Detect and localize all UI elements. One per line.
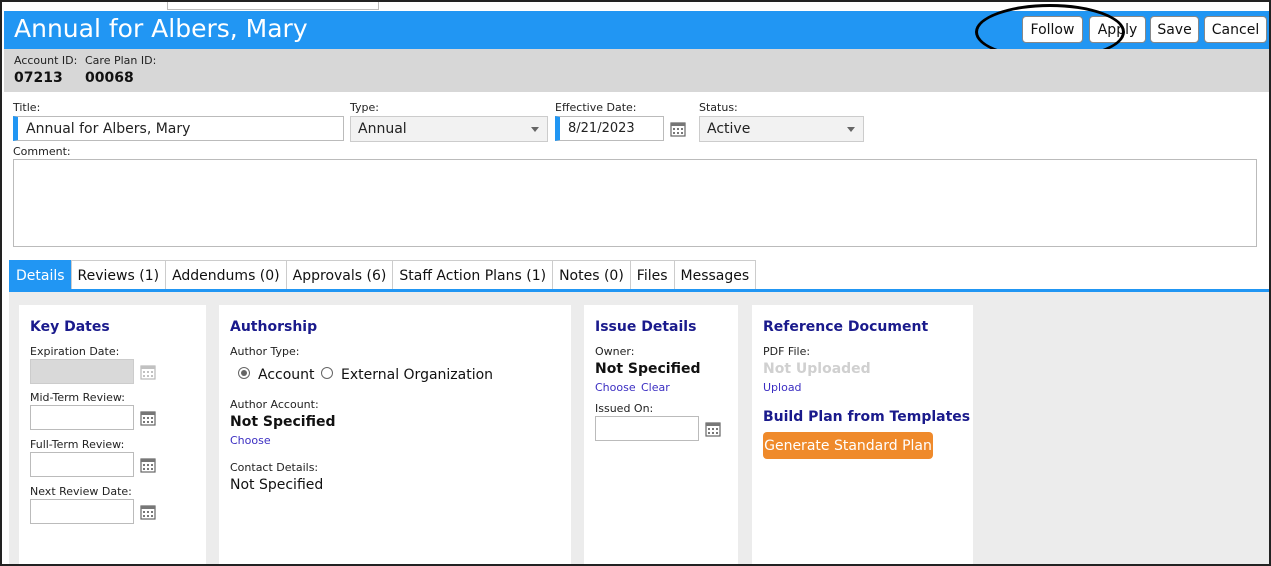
upload-link[interactable]: Upload (763, 381, 802, 394)
calendar-icon[interactable] (705, 421, 721, 437)
header-bar: Annual for Albers, Mary Follow Apply Sav… (4, 11, 1269, 49)
apply-button[interactable]: Apply (1089, 16, 1146, 43)
care-plan-id-label: Care Plan ID: (85, 54, 157, 67)
comment-textarea[interactable] (13, 159, 1257, 247)
mid-term-review-input[interactable] (30, 405, 134, 430)
expiration-date-label: Expiration Date: (30, 345, 120, 358)
radio-external-organization-label: External Organization (341, 367, 494, 383)
radio-external-organization[interactable] (321, 367, 333, 379)
status-label: Status: (699, 101, 738, 114)
owner-label: Owner: (595, 345, 635, 358)
title-label: Title: (13, 101, 41, 114)
top-strip (167, 2, 379, 10)
tab-reviews[interactable]: Reviews (1) (70, 260, 167, 290)
full-term-review-input[interactable] (30, 452, 134, 477)
issue-details-title: Issue Details (595, 319, 697, 335)
pdf-file-value: Not Uploaded (763, 361, 871, 377)
radio-account[interactable] (238, 367, 250, 379)
care-plan-id-value: 00068 (85, 70, 134, 86)
follow-button[interactable]: Follow (1022, 16, 1083, 43)
chevron-down-icon (847, 127, 855, 132)
save-button[interactable]: Save (1150, 16, 1199, 43)
effective-date-label: Effective Date: (555, 101, 637, 114)
issued-on-input[interactable] (595, 416, 699, 441)
calendar-icon[interactable] (140, 504, 156, 520)
key-dates-title: Key Dates (30, 319, 110, 335)
radio-account-label: Account (258, 367, 315, 383)
tab-notes[interactable]: Notes (0) (552, 260, 631, 290)
author-account-value: Not Specified (230, 414, 336, 430)
contact-details-label: Contact Details: (230, 461, 319, 474)
account-id-value: 07213 (14, 70, 63, 86)
calendar-icon[interactable] (140, 410, 156, 426)
mid-term-review-label: Mid-Term Review: (30, 391, 125, 404)
calendar-icon[interactable] (670, 121, 686, 137)
pdf-file-label: PDF File: (763, 345, 811, 358)
owner-choose-link[interactable]: Choose (595, 381, 636, 394)
reference-document-title: Reference Document (763, 319, 929, 335)
tab-details[interactable]: Details (9, 260, 72, 290)
page-title: Annual for Albers, Mary (14, 14, 308, 43)
owner-value: Not Specified (595, 361, 701, 377)
title-input[interactable]: Annual for Albers, Mary (13, 116, 344, 141)
tab-addendums[interactable]: Addendums (0) (165, 260, 287, 290)
tab-files[interactable]: Files (629, 260, 675, 290)
tab-approvals[interactable]: Approvals (6) (285, 260, 394, 290)
authorship-title: Authorship (230, 319, 318, 335)
calendar-icon (140, 365, 156, 380)
author-type-label: Author Type: (230, 345, 300, 358)
next-review-date-label: Next Review Date: (30, 485, 132, 498)
comment-label: Comment: (13, 145, 71, 158)
tab-bar: Details Reviews (1) Addendums (0) Approv… (9, 260, 757, 290)
chevron-down-icon (531, 127, 539, 132)
issued-on-label: Issued On: (595, 402, 654, 415)
next-review-date-input[interactable] (30, 499, 134, 524)
author-account-label: Author Account: (230, 398, 319, 411)
type-select[interactable]: Annual (350, 116, 548, 142)
account-id-label: Account ID: (14, 54, 78, 67)
status-select-value: Active (707, 121, 751, 137)
build-plan-title: Build Plan from Templates (763, 409, 971, 425)
id-bar: Account ID: 07213 Care Plan ID: 00068 (4, 49, 1269, 92)
effective-date-input[interactable]: 8/21/2023 (555, 116, 664, 141)
full-term-review-label: Full-Term Review: (30, 438, 125, 451)
contact-details-value: Not Specified (230, 477, 324, 493)
care-plan-window: Annual for Albers, Mary Follow Apply Sav… (0, 0, 1271, 566)
tab-messages[interactable]: Messages (673, 260, 757, 290)
status-select[interactable]: Active (699, 116, 864, 142)
author-account-choose-link[interactable]: Choose (230, 434, 271, 447)
generate-standard-plan-button[interactable]: Generate Standard Plan (763, 432, 933, 459)
expiration-date-input (30, 359, 134, 384)
type-label: Type: (350, 101, 379, 114)
owner-clear-link[interactable]: Clear (641, 381, 670, 394)
calendar-icon[interactable] (140, 457, 156, 473)
type-select-value: Annual (358, 121, 407, 137)
tab-staff-action-plans[interactable]: Staff Action Plans (1) (392, 260, 554, 290)
cancel-button[interactable]: Cancel (1204, 16, 1267, 43)
